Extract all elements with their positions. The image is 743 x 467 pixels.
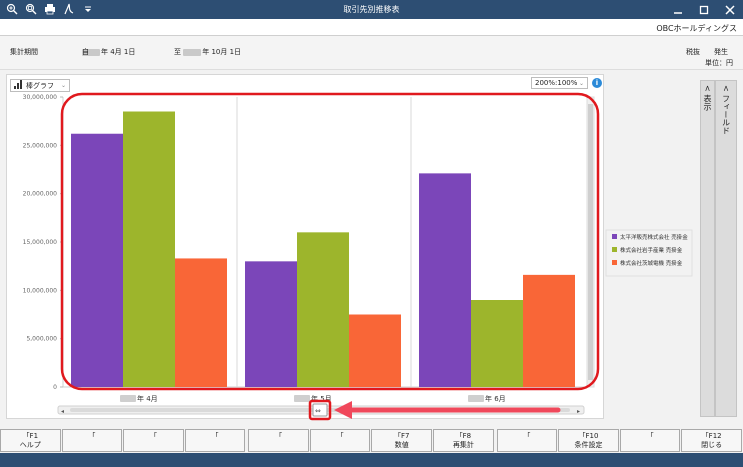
- fkey-key: 「F12: [701, 432, 722, 440]
- field-panel-tab[interactable]: < フィールド: [715, 80, 737, 417]
- bar-3: [175, 258, 227, 387]
- legend-swatch: [612, 234, 617, 239]
- chart-vscroll-thumb: [588, 104, 593, 380]
- scroll-left-arrow-icon: ◂: [61, 408, 64, 415]
- y-tick-label: 25,000,000: [23, 142, 58, 149]
- fkey-key: 「F8: [455, 432, 472, 440]
- annotation-arrow-head: [334, 401, 352, 419]
- fkey-empty-button[interactable]: 「: [248, 429, 309, 452]
- fkey-empty-button[interactable]: 「: [123, 429, 184, 452]
- fkey-label: 再集計: [452, 441, 474, 449]
- fkey-label: ヘルプ: [19, 441, 41, 449]
- show-panel-label: < 表示: [703, 85, 712, 111]
- bar-2: [471, 300, 523, 387]
- y-tick-label: 30,000,000: [23, 94, 58, 101]
- redacted-year: [294, 395, 310, 402]
- status-bar: [0, 453, 743, 467]
- y-tick-label: 20,000,000: [23, 191, 58, 198]
- fkey-empty-button[interactable]: 「: [496, 429, 558, 452]
- show-panel-tab[interactable]: < 表示: [700, 80, 715, 417]
- redacted-year: [468, 395, 484, 402]
- bar-3: [349, 314, 401, 387]
- y-tick-label: 5,000,000: [26, 336, 57, 343]
- fkey-f8-button[interactable]: 「F8 再集計: [433, 429, 494, 452]
- fkey-f1-button[interactable]: 「F1 ヘルプ: [0, 429, 61, 452]
- fkey-empty-button[interactable]: 「: [309, 429, 371, 452]
- fkey-empty-button[interactable]: 「: [61, 429, 123, 452]
- fkey-label: 閉じる: [701, 441, 723, 449]
- bar-1: [71, 133, 123, 387]
- bar-2: [123, 111, 175, 387]
- bar-chart: 0 5,000,000 10,000,000 15,000,000 20,000,000…: [23, 92, 693, 421]
- fkey-key: 「F10: [578, 432, 599, 440]
- fkey-label: 条件設定: [574, 441, 603, 449]
- fkey-key: 「: [211, 432, 219, 440]
- scroll-right-arrow-icon: ▸: [577, 408, 580, 415]
- bar-3: [523, 274, 575, 387]
- category-label: 年 6月: [485, 394, 506, 403]
- function-key-bar: 「F1 ヘルプ「「「「「「F7 数値 「F8 再集計「「F10 条件設定「「F12 閉じる: [0, 429, 743, 453]
- y-tick-label: 15,000,000: [23, 239, 58, 246]
- fkey-key: 「F7: [394, 432, 410, 440]
- bar-1: [419, 173, 471, 387]
- fkey-key: 「F1: [22, 432, 39, 440]
- legend-label: 株式会社茨城電機 売掛金: [620, 259, 683, 267]
- redacted-year: [120, 395, 136, 402]
- legend-swatch: [612, 247, 617, 252]
- fkey-f12-button[interactable]: 「F12 閉じる: [681, 429, 742, 452]
- fkey-key: 「: [523, 432, 531, 440]
- legend-label: 太平洋販売株式会社 売掛金: [620, 233, 688, 241]
- fkey-key: 「: [275, 432, 283, 440]
- y-tick-label: 0: [53, 384, 57, 391]
- fkey-empty-button[interactable]: 「: [619, 429, 681, 452]
- bar-1: [245, 261, 297, 387]
- fkey-key: 「: [88, 432, 96, 440]
- fkey-label: 数値: [394, 441, 409, 449]
- drag-handle-icon: ⇔: [315, 407, 321, 415]
- fkey-key: 「: [646, 432, 654, 440]
- field-panel-label: < フィールド: [721, 85, 731, 135]
- category-label: 年 4月: [137, 394, 158, 403]
- fkey-key: 「: [149, 432, 157, 440]
- legend-swatch: [612, 260, 617, 265]
- fkey-f7-button[interactable]: 「F7 数値: [371, 429, 433, 452]
- bar-2: [297, 232, 349, 387]
- y-tick-label: 10,000,000: [23, 287, 58, 294]
- fkey-empty-button[interactable]: 「: [184, 429, 246, 452]
- fkey-f10-button[interactable]: 「F10 条件設定: [558, 429, 619, 452]
- fkey-key: 「: [336, 432, 344, 440]
- legend-label: 株式会社岩手産業 売掛金: [620, 246, 683, 254]
